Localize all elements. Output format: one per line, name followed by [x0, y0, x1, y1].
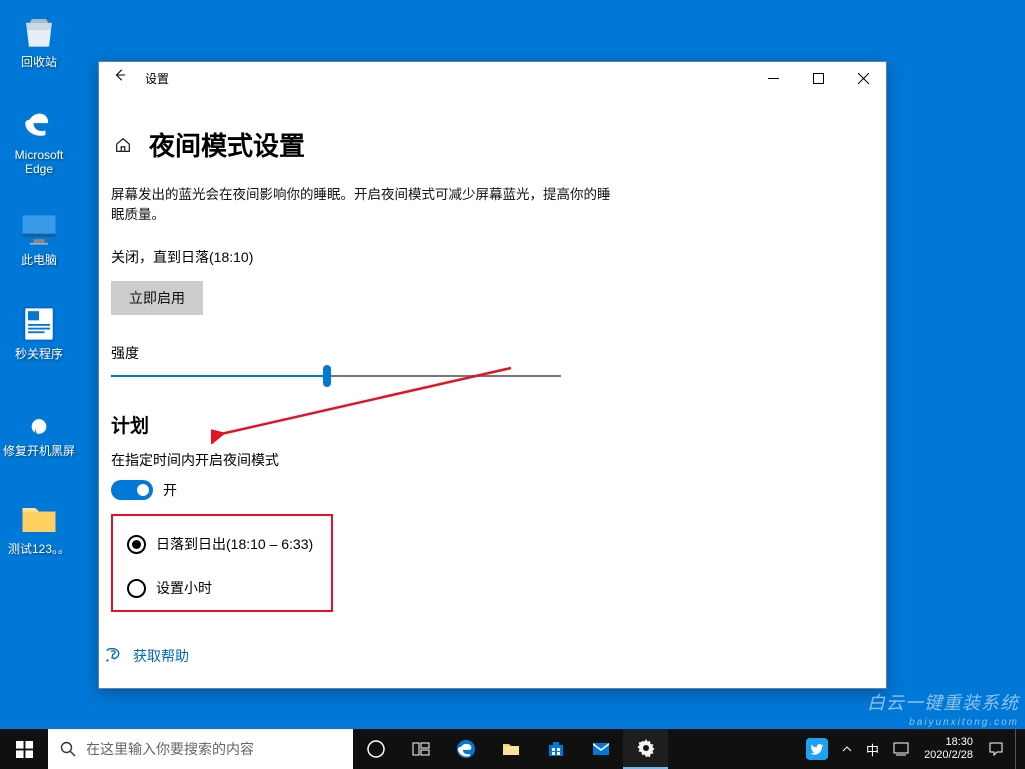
taskbar-explorer-icon[interactable] — [488, 729, 533, 769]
radio-sunset[interactable]: 日落到日出(18:10 – 6:33) — [127, 534, 317, 554]
description: 屏幕发出的蓝光会在夜间影响你的睡眠。开启夜间模式可减少屏幕蓝光，提高你的睡眠质量… — [111, 185, 611, 225]
tray-datetime[interactable]: 18:30 2020/2/28 — [916, 736, 981, 762]
radio-label: 日落到日出(18:10 – 6:33) — [156, 534, 313, 554]
watermark: 白云一键重装系统 baiyunxitong.com — [867, 693, 1019, 733]
tray-ime-icon[interactable]: 中 — [859, 729, 886, 769]
help-icon — [103, 647, 121, 665]
tray-twitter-icon[interactable] — [799, 729, 835, 769]
home-icon[interactable] — [111, 133, 135, 157]
task-view-icon[interactable] — [398, 729, 443, 769]
desktop-icon-quick-close[interactable]: 秒关程序 — [3, 302, 75, 361]
taskbar-mail-icon[interactable] — [578, 729, 623, 769]
minimize-button[interactable] — [751, 62, 796, 94]
watermark-main: 白云一键重装系统 — [867, 693, 1019, 713]
desktop-label: Microsoft Edge — [3, 148, 75, 176]
status-text: 关闭，直到日落(18:10) — [111, 247, 852, 267]
search-placeholder: 在这里输入你要搜索的内容 — [86, 739, 254, 759]
desktop-icon-edge[interactable]: Microsoft Edge — [3, 103, 75, 176]
slider-thumb[interactable] — [323, 365, 331, 387]
search-icon — [60, 741, 76, 757]
strength-slider[interactable] — [111, 375, 561, 377]
schedule-toggle[interactable] — [111, 480, 153, 500]
radio-set-hours[interactable]: 设置小时 — [127, 578, 317, 598]
pc-icon — [17, 208, 61, 252]
tray-input-icon[interactable] — [886, 729, 916, 769]
desktop-label: 此电脑 — [3, 253, 75, 267]
cortana-icon[interactable] — [353, 729, 398, 769]
help-text: 获取帮助 — [133, 646, 189, 666]
show-desktop-button[interactable] — [1015, 729, 1021, 769]
titlebar: 设置 — [99, 62, 886, 94]
start-now-button[interactable]: 立即启用 — [111, 281, 203, 315]
start-button[interactable] — [0, 729, 48, 769]
page-title: 夜间模式设置 — [149, 126, 305, 163]
close-button[interactable] — [841, 62, 886, 94]
highlight-annotation: 日落到日出(18:10 – 6:33) 设置小时 — [111, 514, 333, 612]
desktop-icon-recycle-bin[interactable]: 回收站 — [3, 10, 75, 69]
fix-icon — [17, 399, 61, 443]
tray-date: 2020/2/28 — [924, 749, 973, 762]
back-button[interactable] — [109, 67, 131, 89]
desktop-label: 回收站 — [3, 55, 75, 69]
taskbar: 在这里输入你要搜索的内容 中 18:30 2020/2/28 — [0, 729, 1025, 769]
get-help-link[interactable]: 获取帮助 — [103, 646, 189, 666]
toggle-state: 开 — [163, 480, 177, 500]
settings-window: 设置 夜间模式设置 屏幕发出的蓝光会在夜间影响你的睡眠。开启夜间模式可减少屏幕蓝… — [98, 61, 887, 689]
desktop-icon-folder[interactable]: 测试123。。 — [3, 497, 75, 556]
tray-chevron-up-icon[interactable] — [835, 729, 859, 769]
schedule-switch-label: 在指定时间内开启夜间模式 — [111, 450, 852, 470]
tray-time: 18:30 — [945, 736, 973, 749]
tray-notifications-icon[interactable] — [981, 729, 1011, 769]
desktop-icon-fix-black[interactable]: 修复开机黑屏 — [0, 399, 79, 458]
radio-icon — [127, 535, 146, 554]
taskbar-edge-icon[interactable] — [443, 729, 488, 769]
radio-label: 设置小时 — [156, 578, 212, 598]
app-icon — [17, 302, 61, 346]
desktop-label: 秒关程序 — [3, 347, 75, 361]
recycle-bin-icon — [17, 10, 61, 54]
taskbar-store-icon[interactable] — [533, 729, 578, 769]
edge-icon — [17, 103, 61, 147]
radio-icon — [127, 579, 146, 598]
search-box[interactable]: 在这里输入你要搜索的内容 — [48, 729, 353, 769]
maximize-button[interactable] — [796, 62, 841, 94]
folder-icon — [17, 497, 61, 541]
strength-label: 强度 — [111, 343, 852, 363]
schedule-heading: 计划 — [111, 411, 852, 438]
slider-fill — [111, 375, 327, 377]
desktop-label: 测试123。。 — [3, 542, 75, 556]
desktop-icon-this-pc[interactable]: 此电脑 — [3, 208, 75, 267]
desktop-label: 修复开机黑屏 — [0, 444, 79, 458]
taskbar-settings-icon[interactable] — [623, 729, 668, 769]
app-title: 设置 — [145, 70, 169, 87]
